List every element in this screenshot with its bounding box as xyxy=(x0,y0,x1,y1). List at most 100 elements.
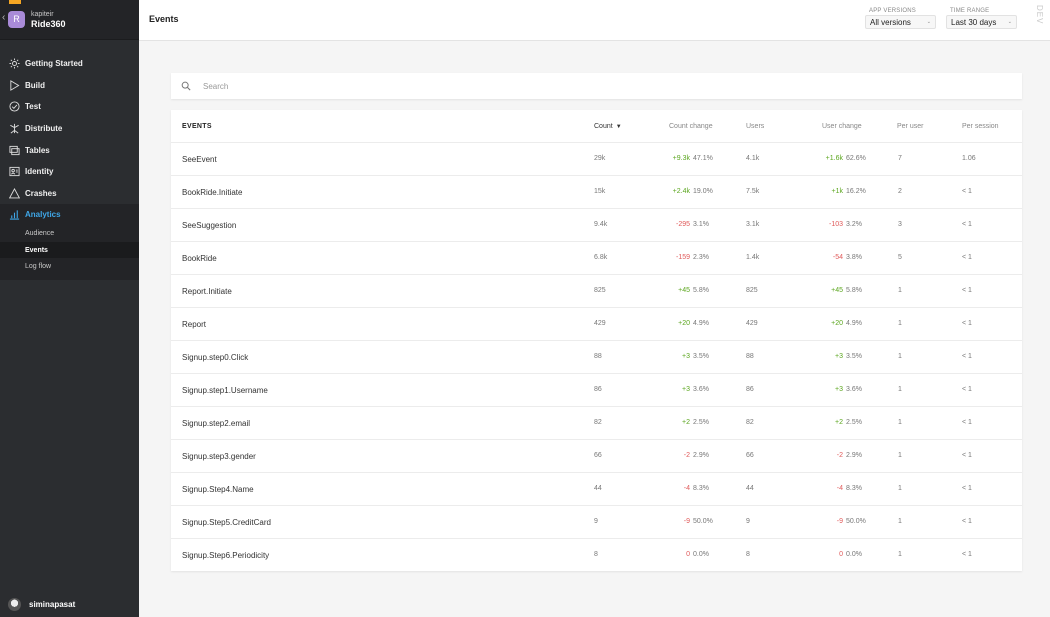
event-users: 86 xyxy=(746,386,754,393)
event-per-session: < 1 xyxy=(962,518,972,525)
table-row[interactable]: Signup.step3.gender 66 -2 2.9% 66 -2 2.9% … xyxy=(171,440,1022,473)
count-change-percent: 5.8% xyxy=(693,287,709,294)
user-change-percent: 0.0% xyxy=(846,551,862,558)
search-input[interactable] xyxy=(203,81,803,91)
sun-icon xyxy=(8,58,20,70)
nav-label: Distribute xyxy=(25,124,63,134)
count-change-percent: 0.0% xyxy=(693,551,709,558)
event-name: SeeSuggestion xyxy=(182,221,237,230)
subnav-log-flow[interactable]: Log flow xyxy=(0,258,139,274)
table-row[interactable]: Signup.step1.Username 86 +3 3.6% 86 +3 3.6… xyxy=(171,374,1022,407)
event-count: 825 xyxy=(594,287,606,294)
main-nav: Getting Started Build Test Distribute Ta… xyxy=(0,53,139,280)
table-body: SeeEvent 29k +9.3k 47.1% 4.1k +1.6k 62.6% … xyxy=(171,143,1022,572)
table-row[interactable]: Signup.Step6.Periodicity 8 0 0.0% 8 0 0.0%… xyxy=(171,539,1022,572)
user-change: -54 3.8% xyxy=(818,254,862,261)
nav-build[interactable]: Build xyxy=(0,75,139,97)
user-change-delta: +1.6k xyxy=(825,155,843,162)
user-change: +2 2.5% xyxy=(818,419,862,426)
count-change: -295 3.1% xyxy=(665,221,709,228)
col-user-change[interactable]: User change xyxy=(822,123,862,130)
table-row[interactable]: SeeEvent 29k +9.3k 47.1% 4.1k +1.6k 62.6% … xyxy=(171,143,1022,176)
table-row[interactable]: BookRide 6.8k -159 2.3% 1.4k -54 3.8% 5 < … xyxy=(171,242,1022,275)
user-change: -103 3.2% xyxy=(818,221,862,228)
table-row[interactable]: BookRide.Initiate 15k +2.4k 19.0% 7.5k +1… xyxy=(171,176,1022,209)
subnav-audience[interactable]: Audience xyxy=(0,226,139,242)
event-per-session: < 1 xyxy=(962,320,972,327)
avatar xyxy=(8,598,21,611)
user-name: siminapasat xyxy=(29,600,76,609)
table-row[interactable]: SeeSuggestion 9.4k -295 3.1% 3.1k -103 3.2… xyxy=(171,209,1022,242)
count-change-delta: 0 xyxy=(686,551,690,558)
user-change-delta: +3 xyxy=(835,386,843,393)
event-name: Report xyxy=(182,320,207,329)
event-users: 7.5k xyxy=(746,188,760,195)
app-switcher[interactable]: ‹ R kapiteir Ride360 xyxy=(0,0,139,40)
event-per-session: < 1 xyxy=(962,221,972,228)
search-icon xyxy=(181,81,191,91)
user-change-percent: 16.2% xyxy=(846,188,866,195)
app-versions-select[interactable]: All versions ⌄ xyxy=(865,15,936,29)
user-change: -9 50.0% xyxy=(818,518,866,525)
nav-analytics[interactable]: Analytics xyxy=(0,204,139,226)
count-change-percent: 50.0% xyxy=(693,518,713,525)
user-change-percent: 8.3% xyxy=(846,485,862,492)
user-change: 0 0.0% xyxy=(818,551,862,558)
time-range-select[interactable]: Last 30 days ⌄ xyxy=(946,15,1017,29)
user-menu[interactable]: siminapasat xyxy=(8,598,75,611)
table-row[interactable]: Signup.Step5.CreditCard 9 -9 50.0% 9 -9 50… xyxy=(171,506,1022,539)
time-range-label: TIME RANGE xyxy=(950,8,990,14)
col-count-change[interactable]: Count change xyxy=(669,123,713,130)
event-name: Report.Initiate xyxy=(182,287,232,296)
col-per-user[interactable]: Per user xyxy=(897,123,923,130)
count-change-percent: 3.5% xyxy=(693,353,709,360)
count-change-delta: -4 xyxy=(683,485,690,492)
event-name: Signup.Step4.Name xyxy=(182,485,254,494)
table-row[interactable]: Report 429 +20 4.9% 429 +20 4.9% 1 < 1 xyxy=(171,308,1022,341)
col-events: EVENTS xyxy=(182,123,212,130)
col-per-session[interactable]: Per session xyxy=(962,123,999,130)
count-change: +20 4.9% xyxy=(665,320,709,327)
user-change-delta: +2 xyxy=(835,419,843,426)
event-per-session: 1.06 xyxy=(962,155,976,162)
event-count: 44 xyxy=(594,485,602,492)
count-change-delta: +2.4k xyxy=(672,188,690,195)
event-per-session: < 1 xyxy=(962,353,972,360)
user-change-delta: -9 xyxy=(836,518,843,525)
count-change: +3 3.6% xyxy=(665,386,709,393)
subnav-events[interactable]: Events xyxy=(0,242,139,259)
play-icon xyxy=(8,79,20,91)
nav-getting-started[interactable]: Getting Started xyxy=(0,53,139,75)
count-change-delta: +3 xyxy=(682,386,690,393)
user-change-percent: 50.0% xyxy=(846,518,866,525)
user-change-percent: 4.9% xyxy=(846,320,862,327)
event-users: 88 xyxy=(746,353,754,360)
table-row[interactable]: Signup.Step4.Name 44 -4 8.3% 44 -4 8.3% 1 … xyxy=(171,473,1022,506)
nav-crashes[interactable]: Crashes xyxy=(0,183,139,205)
table-row[interactable]: Signup.step2.email 82 +2 2.5% 82 +2 2.5% 1… xyxy=(171,407,1022,440)
nav-test[interactable]: Test xyxy=(0,96,139,118)
nav-tables[interactable]: Tables xyxy=(0,139,139,161)
nav-distribute[interactable]: Distribute xyxy=(0,118,139,140)
event-count: 8 xyxy=(594,551,598,558)
app-versions-filter: APP VERSIONS All versions ⌄ xyxy=(865,8,936,29)
event-count: 9.4k xyxy=(594,221,608,228)
col-count[interactable]: Count ▼ xyxy=(594,123,622,130)
count-change: -9 50.0% xyxy=(665,518,713,525)
col-users[interactable]: Users xyxy=(746,123,764,130)
sidebar: ‹ R kapiteir Ride360 Getting Started Bui… xyxy=(0,0,139,617)
chevron-left-icon[interactable]: ‹ xyxy=(2,13,5,23)
col-count-label: Count xyxy=(594,123,613,130)
event-name: BookRide xyxy=(182,254,217,263)
event-name: Signup.Step6.Periodicity xyxy=(182,551,270,560)
page-title: Events xyxy=(149,14,179,24)
table-row[interactable]: Signup.step0.Click 88 +3 3.5% 88 +3 3.5% 1… xyxy=(171,341,1022,374)
table-row[interactable]: Report.Initiate 825 +45 5.8% 825 +45 5.8% … xyxy=(171,275,1022,308)
event-per-user: 7 xyxy=(898,155,902,162)
event-name: Signup.step0.Click xyxy=(182,353,249,362)
chevron-down-icon: ⌄ xyxy=(926,19,931,25)
user-change: +3 3.5% xyxy=(818,353,862,360)
event-per-user: 3 xyxy=(898,221,902,228)
event-per-session: < 1 xyxy=(962,287,972,294)
nav-identity[interactable]: Identity xyxy=(0,161,139,183)
